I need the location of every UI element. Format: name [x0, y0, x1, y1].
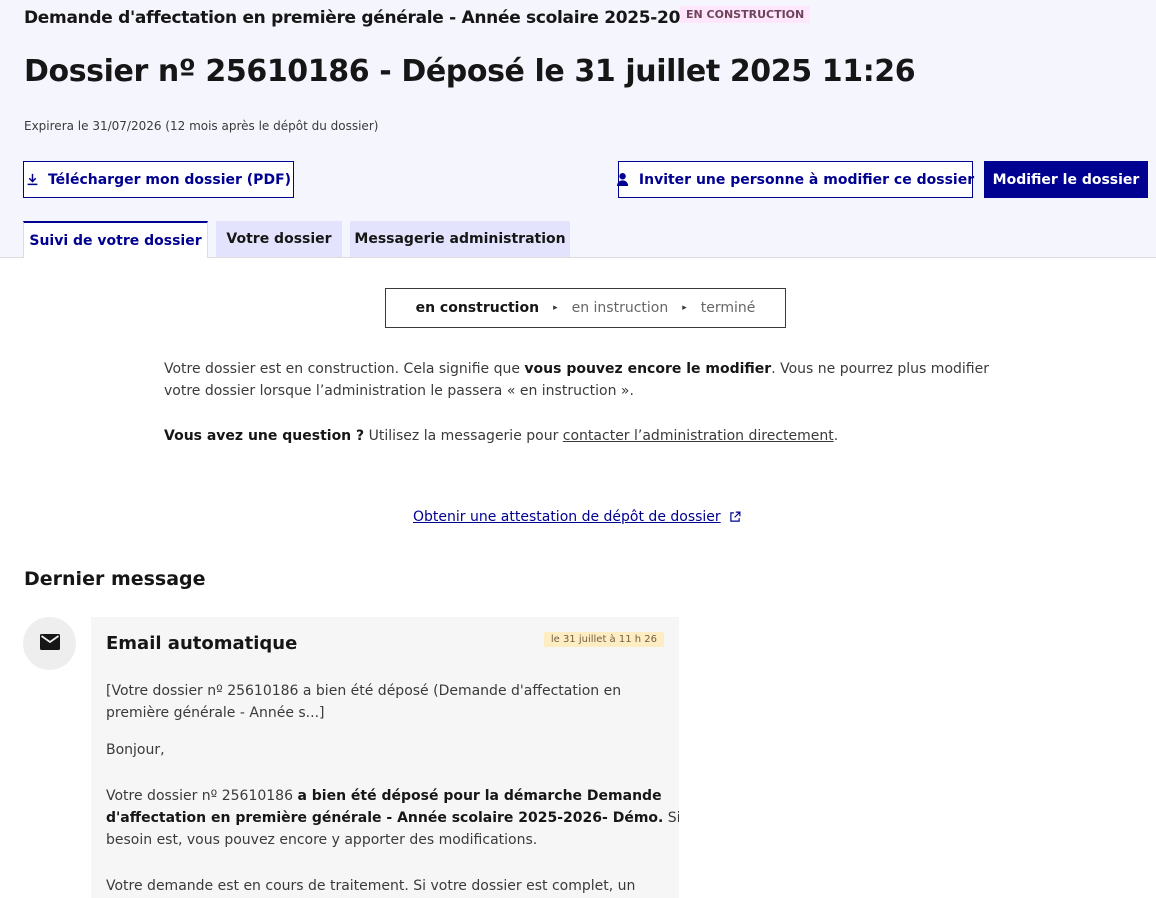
edit-dossier-button[interactable]: Modifier le dossier: [984, 161, 1148, 198]
mail-icon: [39, 633, 60, 654]
message-title: Email automatique: [106, 633, 298, 654]
edit-dossier-label: Modifier le dossier: [992, 171, 1140, 188]
status-explanation-line2: votre dossier lorsque l’administration l…: [164, 383, 634, 399]
question-paragraph: Vous avez une question ? Utilisez la mes…: [164, 428, 839, 444]
message-card: Email automatique le 31 juillet à 11 h 2…: [91, 617, 679, 898]
tab-votre-dossier-label: Votre dossier: [226, 231, 332, 247]
download-pdf-label: Télécharger mon dossier (PDF): [47, 171, 292, 188]
invite-person-label: Inviter une personne à modifier ce dossi…: [638, 171, 975, 188]
download-icon: [26, 173, 39, 186]
attestation-link[interactable]: Obtenir une attestation de dépôt de doss…: [413, 509, 741, 525]
invite-person-button[interactable]: Inviter une personne à modifier ce dossi…: [616, 161, 975, 198]
external-link-icon: [729, 511, 741, 523]
procedure-title: Demande d'affectation en première généra…: [24, 8, 770, 28]
page-title: Dossier nº 25610186 - Déposé le 31 juill…: [24, 54, 916, 89]
status-step-termine: terminé: [700, 300, 756, 316]
contact-admin-link[interactable]: contacter l’administration directement: [563, 428, 834, 444]
download-pdf-button[interactable]: Télécharger mon dossier (PDF): [23, 161, 294, 198]
last-message-heading: Dernier message: [24, 568, 206, 590]
user-add-icon: [616, 172, 630, 187]
status-explanation: Votre dossier est en construction. Cela …: [164, 358, 989, 402]
message-body-continued: Votre demande est en cours de traitement…: [106, 878, 636, 894]
tab-votre-dossier[interactable]: Votre dossier: [216, 221, 342, 257]
step-arrow-icon: ▸: [553, 303, 558, 313]
message-body: Votre dossier nº 25610186 a bien été dép…: [106, 788, 679, 848]
tab-suivi[interactable]: Suivi de votre dossier: [23, 221, 208, 258]
tab-messagerie-label: Messagerie administration: [354, 231, 566, 247]
message-greeting: Bonjour,: [106, 742, 165, 758]
tab-messagerie[interactable]: Messagerie administration: [350, 221, 570, 257]
step-arrow-icon: ▸: [682, 303, 687, 313]
mail-avatar: [23, 617, 76, 670]
message-subject: [Votre dossier nº 25610186 a bien été dé…: [106, 683, 622, 721]
tab-suivi-label: Suivi de votre dossier: [29, 232, 202, 249]
attestation-link-label: Obtenir une attestation de dépôt de doss…: [413, 509, 721, 525]
status-explanation-line1: Votre dossier est en construction. Cela …: [164, 361, 989, 377]
status-progress: en construction ▸ en instruction ▸ termi…: [385, 288, 786, 328]
expiration-date: Expirera le 31/07/2026 (12 mois après le…: [24, 119, 379, 133]
status-badge: EN CONSTRUCTION: [680, 6, 811, 23]
status-step-construction: en construction: [415, 300, 540, 316]
status-step-instruction: en instruction: [571, 300, 669, 316]
message-date: le 31 juillet à 11 h 26: [543, 632, 664, 647]
page-header: Demande d'affectation en première généra…: [0, 0, 1156, 258]
